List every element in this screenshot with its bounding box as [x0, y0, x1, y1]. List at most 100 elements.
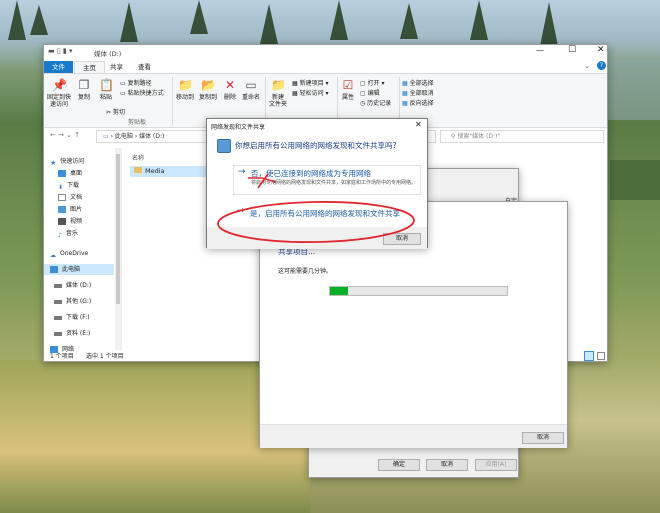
- move-to-icon: 📁: [178, 78, 193, 92]
- video-icon: [58, 218, 66, 225]
- minimize-icon[interactable]: —: [536, 46, 544, 55]
- search-icon: ⚲: [451, 133, 456, 140]
- easy-access-button[interactable]: ▦ 轻松访问 ▾: [292, 88, 329, 97]
- cloud-icon: ☁: [50, 252, 56, 259]
- music-icon: ♪: [58, 232, 62, 239]
- ribbon-collapse-icon[interactable]: ⌄: [584, 62, 590, 70]
- dialog-close-icon[interactable]: ✕: [415, 120, 422, 129]
- apply-button[interactable]: 应用(A): [475, 459, 517, 471]
- dialog-question: 你想启用所有公用网络的网络发现和文件共享吗?: [235, 141, 397, 150]
- column-header-name[interactable]: 名称: [132, 153, 144, 162]
- computer-icon: ▭: [103, 133, 109, 140]
- breadcrumb-pc[interactable]: 此电脑: [115, 133, 133, 140]
- new-item-button[interactable]: ▦ 新建项目 ▾: [292, 78, 329, 87]
- delete-button[interactable]: ✕ 删除: [221, 78, 239, 101]
- history-button[interactable]: ◷ 历史记录: [360, 98, 391, 107]
- option-public-title: 是，启用所有公用网络的网络发现和文件共享: [250, 209, 400, 218]
- paste-shortcut-button[interactable]: ▭ 粘贴快捷方式: [120, 88, 164, 97]
- list-item[interactable]: Media: [130, 166, 210, 177]
- nav-drive-d[interactable]: 媒体 (D:): [54, 280, 91, 291]
- properties-icon: ☑: [342, 78, 354, 92]
- quick-access-toolbar[interactable]: ▬ ▯ ▮ ▾: [48, 47, 73, 55]
- computer-icon: [50, 266, 58, 273]
- nav-drive-f[interactable]: 下载 (F:): [54, 312, 90, 323]
- nav-drive-e[interactable]: 资料 (E:): [54, 328, 90, 339]
- network-share-icon: [217, 139, 231, 153]
- nav-desktop[interactable]: 桌面: [58, 168, 82, 179]
- edit-button[interactable]: ▢ 编辑: [360, 88, 380, 97]
- nav-documents[interactable]: 文档: [58, 192, 82, 203]
- properties-button[interactable]: ☑ 属性: [339, 78, 357, 101]
- star-icon: ★: [50, 159, 57, 167]
- progress-cancel-button[interactable]: 取消: [522, 432, 564, 444]
- nav-onedrive[interactable]: ☁ OneDrive: [50, 248, 88, 259]
- dialog-title: 网络发现和文件共享: [211, 124, 266, 131]
- nav-arrows-icon[interactable]: ← → ⌄ ↑: [50, 131, 80, 139]
- arrow-right-icon: →: [238, 167, 246, 177]
- drive-icon: [54, 331, 62, 336]
- progress-bar-fill: [330, 287, 348, 295]
- pin-icon: 📌: [52, 78, 67, 92]
- details-view-icon[interactable]: [584, 351, 594, 361]
- ribbon-divider: [172, 77, 173, 125]
- option-private-network[interactable]: → 否，使已连接到的网络成为专用网络 将启用专用网络的网络发现和文件共享，如家庭…: [233, 165, 421, 195]
- move-to-button[interactable]: 📁 移动到: [174, 78, 196, 101]
- tab-home[interactable]: 主页: [74, 61, 105, 73]
- breadcrumb-drive[interactable]: 媒体 (D:): [139, 133, 164, 140]
- title-bar: ▬ ▯ ▮ ▾ 媒体 (D:) — ☐ ✕: [44, 45, 607, 60]
- maximize-icon[interactable]: ☐: [568, 45, 576, 55]
- nav-this-pc[interactable]: 此电脑: [44, 264, 114, 275]
- nav-drive-g[interactable]: 其他 (G:): [54, 296, 91, 307]
- new-folder-button[interactable]: 📁 新建 文件夹: [267, 78, 289, 108]
- copy-button[interactable]: ❐ 复制: [74, 78, 94, 101]
- close-icon[interactable]: ✕: [597, 45, 605, 55]
- nav-scrollbar[interactable]: [115, 148, 121, 350]
- window-title: 媒体 (D:): [94, 50, 122, 58]
- nav-pictures[interactable]: 图片: [58, 204, 82, 215]
- open-button[interactable]: ▢ 打开 ▾: [360, 78, 385, 87]
- pin-button[interactable]: 📌 固定到快速访问: [46, 78, 72, 108]
- document-icon: [58, 194, 66, 201]
- copy-path-button[interactable]: ▭ 复制路径: [120, 78, 152, 87]
- folder-icon: [134, 167, 142, 173]
- nav-videos[interactable]: 视频: [58, 216, 82, 227]
- select-none-button[interactable]: ▦ 全部取消: [402, 88, 434, 97]
- option-private-desc: 将启用专用网络的网络发现和文件共享，如家庭和工作场所中的专用网络。: [251, 180, 417, 186]
- select-all-button[interactable]: ▦ 全部选择: [402, 78, 434, 87]
- paste-button[interactable]: 📋 粘贴: [96, 78, 116, 101]
- drive-icon: [54, 299, 62, 304]
- arrow-right-icon: →: [237, 206, 245, 216]
- desktop-icon: [58, 170, 66, 177]
- delete-icon: ✕: [224, 78, 236, 92]
- tab-file[interactable]: 文件: [44, 61, 73, 73]
- drive-icon: [54, 283, 62, 288]
- drive-icon: [54, 315, 62, 320]
- network-discovery-dialog: 网络发现和文件共享 ✕ 你想启用所有公用网络的网络发现和文件共享吗? → 否，使…: [206, 118, 428, 249]
- search-input[interactable]: ⚲ 搜索"媒体 (D:)": [440, 130, 604, 143]
- ok-button[interactable]: 确定: [378, 459, 420, 471]
- nav-downloads[interactable]: ⬇ 下载: [58, 180, 79, 191]
- tiles-view-icon[interactable]: [597, 352, 605, 360]
- nav-music[interactable]: ♪ 音乐: [58, 228, 78, 239]
- status-selected: 选中 1 个项目: [86, 353, 124, 360]
- rename-icon: ▭: [245, 78, 257, 92]
- copy-to-icon: 📂: [201, 78, 216, 92]
- navigation-pane: ★ 快速访问 桌面 ⬇ 下载 文档 图片 视频 ♪ 音乐 ☁ OneDrive 此电脑 …: [44, 148, 122, 353]
- cancel-button[interactable]: 取消: [426, 459, 468, 471]
- tab-share[interactable]: 共享: [102, 61, 131, 73]
- dialog-cancel-button[interactable]: 取消: [383, 233, 421, 245]
- paste-icon: 📋: [99, 78, 114, 92]
- copy-icon: ❐: [78, 78, 90, 92]
- rename-button[interactable]: ▭ 重命名: [240, 78, 262, 101]
- invert-selection-button[interactable]: ▦ 反向选择: [402, 98, 434, 107]
- option-public-network[interactable]: → 是，启用所有公用网络的网络发现和文件共享: [233, 205, 421, 221]
- progress-bar: [329, 286, 508, 296]
- nav-quick-access[interactable]: ★ 快速访问: [50, 156, 84, 167]
- tab-view[interactable]: 查看: [130, 61, 159, 73]
- new-folder-icon: 📁: [271, 78, 286, 92]
- cut-button[interactable]: ✂ 剪切: [106, 107, 125, 116]
- download-icon: ⬇: [58, 184, 64, 191]
- help-icon[interactable]: ?: [597, 61, 606, 70]
- copy-to-button[interactable]: 📂 复制到: [197, 78, 219, 101]
- progress-subtitle: 这可能需要几分钟。: [278, 268, 333, 275]
